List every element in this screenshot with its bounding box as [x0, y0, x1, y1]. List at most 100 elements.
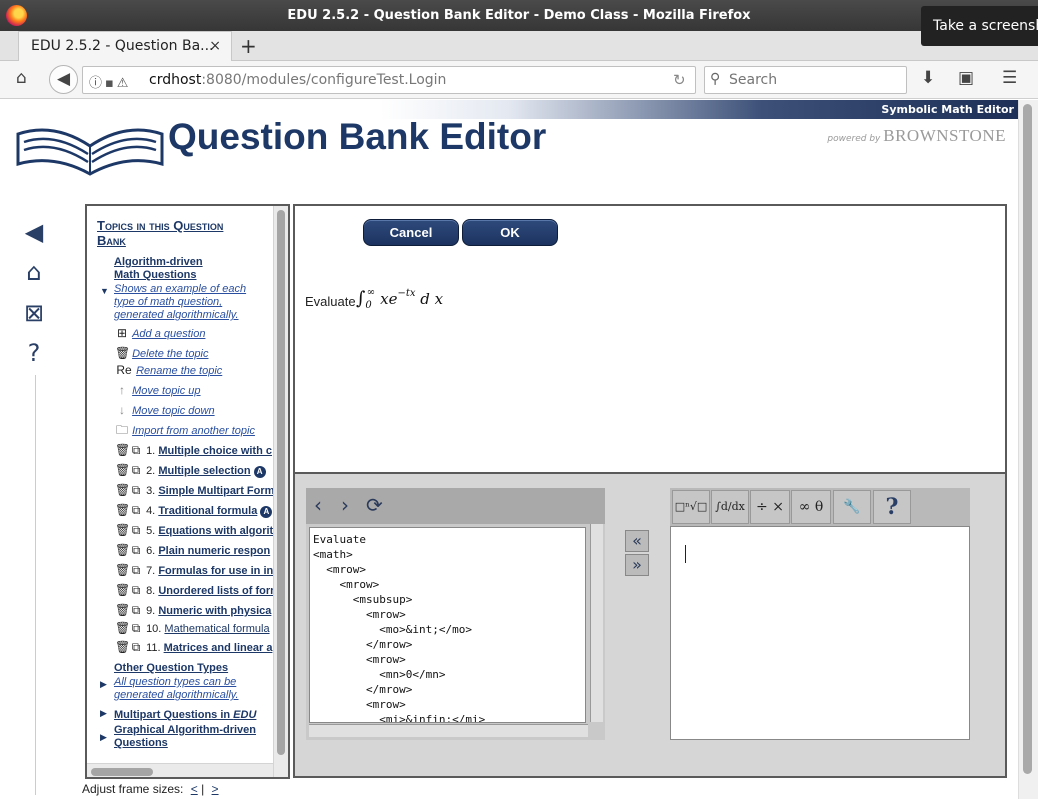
source-scrollbar-vertical[interactable]: [590, 524, 603, 722]
question-link[interactable]: Plain numeric respon: [158, 545, 270, 557]
undo-icon[interactable]: ‹: [314, 493, 322, 517]
home-icon[interactable]: ⌂: [16, 68, 27, 88]
question-link[interactable]: Unordered lists of forn: [158, 585, 277, 597]
action-add-question[interactable]: ⊞ Add a question: [115, 326, 205, 344]
collapsed-triangle-icon[interactable]: ▶: [100, 732, 107, 743]
back-button[interactable]: ◀: [49, 65, 78, 94]
action-rename-topic[interactable]: Re Rename the topic: [115, 363, 222, 381]
question-link[interactable]: Formulas for use in in: [158, 565, 273, 577]
topic-title-emph[interactable]: EDU: [233, 709, 256, 721]
cancel-button[interactable]: Cancel: [363, 219, 459, 246]
trash-icon[interactable]: 🗑: [115, 443, 130, 457]
trash-icon[interactable]: 🗑: [115, 621, 130, 635]
question-row[interactable]: 🗑⧉ 6. Plain numeric respon: [115, 543, 270, 561]
question-link[interactable]: Equations with algorit: [158, 525, 273, 537]
calculator-tool-icon[interactable]: ⊠: [20, 299, 48, 327]
copy-icon[interactable]: ⧉: [129, 523, 143, 538]
redo-icon[interactable]: ›: [341, 493, 349, 517]
copy-left-button[interactable]: «: [625, 530, 649, 552]
question-link[interactable]: Numeric with physica: [158, 605, 271, 617]
copy-icon[interactable]: ⧉: [129, 443, 143, 458]
trash-icon[interactable]: 🗑: [115, 543, 130, 557]
question-link[interactable]: Matrices and linear a: [164, 642, 273, 654]
trash-icon[interactable]: 🗑: [115, 523, 130, 537]
trash-icon[interactable]: 🗑: [115, 640, 130, 654]
question-link[interactable]: Multiple choice with c: [158, 445, 272, 457]
action-move-up[interactable]: ↑ Move topic up: [115, 383, 201, 401]
copy-icon[interactable]: ⧉: [129, 483, 143, 498]
question-link[interactable]: Multiple selection: [158, 465, 250, 477]
question-row[interactable]: 🗑⧉ 10. Mathematical formula: [115, 621, 270, 639]
topics-scrollbar-vertical[interactable]: [273, 206, 288, 777]
help-palette-icon[interactable]: ?: [873, 490, 911, 524]
home-tool-icon[interactable]: ⌂: [20, 258, 48, 286]
tab-close-icon[interactable]: ×: [209, 38, 221, 54]
question-row[interactable]: 🗑⧉ 5. Equations with algorit: [115, 523, 273, 541]
url-bar[interactable]: ⓘ▪⚠ crdhost:8080/modules/configureTest.L…: [82, 66, 696, 94]
search-box[interactable]: ⚲: [704, 66, 907, 94]
topic-title-line1[interactable]: Graphical Algorithm-driven: [114, 724, 256, 737]
question-row[interactable]: 🗑⧉ 9. Numeric with physica: [115, 603, 271, 621]
copy-icon[interactable]: ⧉: [129, 503, 143, 518]
tab-question-bank[interactable]: EDU 2.5.2 - Question Ba... ×: [18, 31, 232, 61]
action-label[interactable]: Add a question: [132, 328, 205, 340]
topic-title[interactable]: Other Question Types: [114, 662, 228, 674]
scrollbar-thumb[interactable]: [277, 210, 285, 755]
help-tool-icon[interactable]: ?: [20, 339, 48, 367]
shrink-frame-link[interactable]: <: [191, 782, 198, 796]
topic-multipart[interactable]: Multipart Questions in EDU: [114, 705, 256, 723]
reload-icon[interactable]: ↻: [673, 71, 686, 89]
question-row[interactable]: 🗑⧉ 1. Multiple choice with c: [115, 443, 272, 461]
menu-icon[interactable]: ☰: [1002, 68, 1017, 88]
scrollbar-thumb[interactable]: [91, 768, 153, 776]
mathml-source-textarea[interactable]: Evaluate <math> <mrow> <mrow> <msubsup> …: [309, 527, 586, 723]
topic-other-types[interactable]: Other Question Types: [114, 662, 228, 674]
topics-scrollbar-horizontal[interactable]: [87, 763, 273, 777]
trash-icon[interactable]: 🗑: [115, 503, 130, 517]
back-arrow-tool-icon[interactable]: ◀: [20, 218, 48, 246]
site-info-icon[interactable]: ⓘ▪⚠: [89, 72, 131, 91]
question-row[interactable]: 🗑⧉ 8. Unordered lists of forn: [115, 583, 277, 601]
action-label[interactable]: Delete the topic: [132, 348, 208, 360]
expanded-triangle-icon[interactable]: ▼: [100, 286, 109, 296]
topic-title-line2[interactable]: Questions: [114, 737, 256, 750]
sidebar-toggle-icon[interactable]: ▣: [958, 68, 974, 88]
action-import[interactable]: 🗀 Import from another topic: [115, 421, 255, 439]
trash-icon[interactable]: 🗑: [115, 563, 130, 577]
grow-frame-link[interactable]: >: [212, 782, 219, 796]
question-row[interactable]: 🗑⧉ 4. Traditional formula A: [115, 503, 273, 521]
operators-palette-button[interactable]: ÷ ×: [750, 490, 790, 524]
source-scrollbar-horizontal[interactable]: [309, 724, 588, 737]
action-label[interactable]: Rename the topic: [136, 365, 222, 377]
ok-button[interactable]: OK: [462, 219, 558, 246]
calculus-palette-button[interactable]: ∫d/dx: [711, 490, 749, 524]
question-row[interactable]: 🗑⧉ 3. Simple Multipart Form: [115, 483, 274, 501]
collapsed-triangle-icon[interactable]: ▶: [100, 679, 107, 690]
question-row[interactable]: 🗑⧉ 7. Formulas for use in in: [115, 563, 273, 581]
question-row[interactable]: 🗑⧉ 2. Multiple selection A: [115, 463, 266, 481]
copy-icon[interactable]: ⧉: [129, 463, 143, 478]
copy-icon[interactable]: ⧉: [129, 640, 143, 655]
new-tab-button[interactable]: +: [240, 34, 257, 58]
symbols-palette-button[interactable]: ∞ θ: [791, 490, 831, 524]
topic-title[interactable]: Multipart Questions in: [114, 709, 233, 721]
roots-palette-button[interactable]: □ⁿ√□: [672, 490, 710, 524]
topic-graphical[interactable]: Graphical Algorithm-driven Questions: [114, 724, 256, 750]
topic-title-line1[interactable]: Algorithm-driven: [114, 256, 203, 269]
action-move-down[interactable]: ↓ Move topic down: [115, 403, 215, 421]
question-link[interactable]: Traditional formula: [158, 505, 257, 517]
url-text[interactable]: crdhost:8080/modules/configureTest.Login: [149, 72, 446, 88]
action-delete-topic[interactable]: 🗑 Delete the topic: [115, 346, 209, 364]
topic-title-line2[interactable]: Math Questions: [114, 269, 203, 282]
page-scrollbar[interactable]: [1018, 100, 1038, 799]
question-row[interactable]: 🗑⧉ 11. Matrices and linear a: [115, 640, 272, 658]
trash-icon[interactable]: 🗑: [115, 463, 130, 477]
trash-icon[interactable]: 🗑: [115, 603, 130, 617]
scrollbar-thumb[interactable]: [1023, 104, 1032, 774]
wrench-icon[interactable]: 🔧: [833, 490, 871, 524]
math-input-area[interactable]: [670, 526, 970, 740]
action-label[interactable]: Move topic down: [132, 405, 215, 417]
copy-icon[interactable]: ⧉: [129, 621, 143, 636]
copy-icon[interactable]: ⧉: [129, 563, 143, 578]
search-input[interactable]: [729, 70, 899, 90]
